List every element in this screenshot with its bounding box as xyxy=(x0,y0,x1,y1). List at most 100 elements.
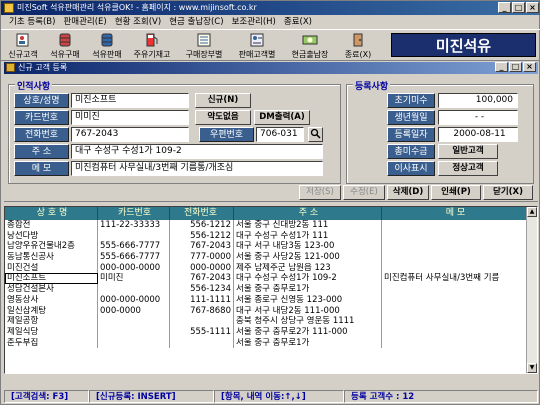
birthday-label: 생년월일 xyxy=(387,110,435,125)
oil-sale-button[interactable]: 석유판매 xyxy=(87,32,127,60)
pump-inventory-button[interactable]: 주유기재고 xyxy=(129,32,175,60)
zip-field[interactable]: 706-031 xyxy=(256,127,304,142)
app-icon xyxy=(4,3,14,13)
status-customer-count: 등록 고객수 : 12 xyxy=(344,390,538,403)
oil-purchase-button[interactable]: 석유구매 xyxy=(45,32,85,60)
table-row[interactable]: 제일식당 555-1111 서울 중구 충무로2가 111-000 xyxy=(5,326,537,338)
exit-button[interactable]: 종료(X) xyxy=(338,32,378,60)
table-cell: 111-22-33333 xyxy=(98,220,170,231)
table-body: 종합전 111-22-33333 556-1212 서울 중구 신대방2동 111 낭선… xyxy=(5,220,537,349)
address-label: 주 소 xyxy=(14,144,69,159)
scroll-down-arrow-icon[interactable]: ▼ xyxy=(527,363,537,373)
close-form-button[interactable]: 닫기(X) xyxy=(483,185,533,200)
table-cell: 낭선다방 xyxy=(5,230,98,242)
table-cell xyxy=(98,326,170,338)
menu-sales-management[interactable]: 판매관리(E) xyxy=(59,15,110,29)
print-button[interactable]: 인쇄(P) xyxy=(431,185,481,200)
card-number-field[interactable]: 미미진 xyxy=(71,110,189,125)
phone-field[interactable]: 767-2043 xyxy=(71,127,189,142)
sales-by-customer-button[interactable]: 판매고객별 xyxy=(232,32,282,60)
reg-date-field[interactable]: 2000-08-11 xyxy=(438,127,518,142)
customer-table[interactable]: 상 호 명 카드번호 전화번호 주 소 메 모 종합전 111-22-33333 5… xyxy=(4,206,538,374)
minimize-button[interactable]: _ xyxy=(498,2,511,13)
status-bar: [고객검색: F3] [신규등록: INSERT] [항목, 내역 이동:↑,↓… xyxy=(4,390,538,403)
table-row[interactable]: 영동상사 000-000-0000 111-1111 서울 종로구 신영동 123-0… xyxy=(5,294,537,306)
scroll-up-arrow-icon[interactable]: ▲ xyxy=(527,207,537,217)
vertical-scrollbar[interactable]: ▲ ▼ xyxy=(526,207,537,373)
menu-exit[interactable]: 종료(X) xyxy=(280,15,316,29)
personal-info-group: 인적사항 상호/성명 미진소프트 신규(N) 카드번호 미미진 약도없음 DM출… xyxy=(8,79,341,184)
name-field[interactable]: 미진소프트 xyxy=(71,93,189,108)
table-row[interactable]: 일신삼계탕 000-0000 767-8680 대구 서구 내당2동 111-000 xyxy=(5,305,537,317)
table-row[interactable]: 낭선다방 556-1212 대구 수성구 수성1가 111 xyxy=(5,230,537,242)
subwindow-close-button[interactable]: × xyxy=(523,62,536,72)
table-cell: 000-0000 xyxy=(98,305,170,317)
card-number-label: 카드번호 xyxy=(14,110,69,125)
subwindow-maximize-button[interactable]: □ xyxy=(509,62,522,72)
main-window: 미진Soft 석유판매관리 석유클OK! - 홈페이지 : www.mijins… xyxy=(0,0,540,405)
table-cell: 111-1111 xyxy=(170,294,234,306)
memo-label: 메 모 xyxy=(14,161,69,176)
table-cell xyxy=(382,295,527,306)
brand-logo: 미진석유 xyxy=(391,33,536,57)
menu-cash-ledger[interactable]: 현금 출납장(C) xyxy=(165,15,227,29)
table-cell: 미진소프트 xyxy=(5,273,98,285)
table-row[interactable]: 남양우유건물내2층 555-666-7777 767-2043 대구 서구 내당3동 … xyxy=(5,241,537,253)
table-row[interactable]: 제일공항 충북 청주시 상당구 영운동 1111 xyxy=(5,316,537,327)
table-cell: 555-666-7777 xyxy=(98,241,170,253)
table-cell xyxy=(382,284,527,295)
table-cell: 대구 서구 내당2동 111-000 xyxy=(234,305,382,317)
cash-ledger-button[interactable]: 현금출납장 xyxy=(286,32,334,60)
col-phone-header[interactable]: 전화번호 xyxy=(170,207,234,220)
table-row[interactable]: 종합전 111-22-33333 556-1212 서울 중구 신대방2동 111 xyxy=(5,220,537,231)
table-cell: 동남통신공사 xyxy=(5,252,98,263)
col-memo-header[interactable]: 메 모 xyxy=(382,207,527,220)
customer-list-icon xyxy=(250,33,264,47)
table-cell xyxy=(382,220,527,231)
table-cell: 대구 수성구 수성1가 111 xyxy=(234,230,382,242)
memo-field[interactable]: 미진컴퓨터 사무실내/3번째 기름통/개조심 xyxy=(71,161,323,176)
col-card-header[interactable]: 카드번호 xyxy=(98,207,170,220)
menu-status-inquiry[interactable]: 현황 조회(V) xyxy=(111,15,165,29)
registration-title: 등록사항 xyxy=(353,79,391,92)
close-button[interactable]: × xyxy=(526,2,539,13)
table-cell: 제일공항 xyxy=(5,316,98,327)
table-cell: 미진컴퓨터 사무실내/3번째 기름 xyxy=(384,273,500,284)
menu-basic-registration[interactable]: 기초 등록(B) xyxy=(5,15,59,29)
col-address-header[interactable]: 주 소 xyxy=(234,207,382,220)
table-cell xyxy=(98,337,170,349)
status-new-hint: [신규등록: INSERT] xyxy=(89,390,214,403)
table-row[interactable]: 미진소프트 미미진 767-2043 대구 수성구 수성1가 109-2 미진컴퓨터 사… xyxy=(5,273,537,285)
window-title: 미진Soft 석유판매관리 석유클OK! - 홈페이지 : www.mijins… xyxy=(17,3,257,12)
zip-search-button[interactable] xyxy=(308,127,323,142)
subwindow-minimize-button[interactable]: _ xyxy=(495,62,508,72)
table-cell: 767-8680 xyxy=(170,305,234,317)
table-cell: 대구 서구 내당3동 123-00 xyxy=(234,241,382,253)
no-map-button[interactable]: 약도없음 xyxy=(195,110,251,125)
save-button[interactable]: 저장(S) xyxy=(299,185,341,200)
subwindow-title: 신규 고객 등록 xyxy=(18,63,68,72)
maximize-button[interactable]: □ xyxy=(512,2,525,13)
table-row[interactable]: 성담건설본사 556-1234 서울 중구 충무로1가 xyxy=(5,284,537,295)
new-button[interactable]: 신규(N) xyxy=(195,93,251,108)
birthday-field[interactable]: - - xyxy=(438,110,518,125)
col-name-header[interactable]: 상 호 명 xyxy=(5,207,98,220)
table-cell: 대구 수성구 수성1가 109-2 xyxy=(234,273,382,285)
new-customer-button[interactable]: 신규고객 xyxy=(3,32,43,60)
table-cell: 000-0000 xyxy=(170,262,234,274)
table-row[interactable]: 춘두부집 서울 중구 충무로1가 xyxy=(5,337,537,349)
table-cell xyxy=(382,316,527,327)
dm-print-button[interactable]: DM출력(A) xyxy=(254,110,310,125)
initial-unpaid-field[interactable]: 100,000 xyxy=(438,93,518,108)
regular-customer-button[interactable]: 정상고객 xyxy=(438,161,498,176)
menu-auxiliary-management[interactable]: 보조관리(H) xyxy=(228,15,280,29)
address-field[interactable]: 대구 수성구 수성1가 109-2 xyxy=(71,144,323,159)
delete-button[interactable]: 삭제(D) xyxy=(387,185,429,200)
normal-customer-button[interactable]: 일반고객 xyxy=(438,144,498,159)
purchase-ledger-button[interactable]: 구매장부별 xyxy=(179,32,229,60)
reg-date-label: 등록일자 xyxy=(387,127,435,142)
table-row[interactable]: 동남통신공사 555-666-7777 777-0000 서울 중구 사당2동 121… xyxy=(5,252,537,263)
personal-info-title: 인적사항 xyxy=(15,79,53,92)
edit-button[interactable]: 수정(E) xyxy=(343,185,385,200)
table-row[interactable]: 미진건설 000-000-0000 000-0000 제주 남제주군 남원읍 123 xyxy=(5,262,537,274)
